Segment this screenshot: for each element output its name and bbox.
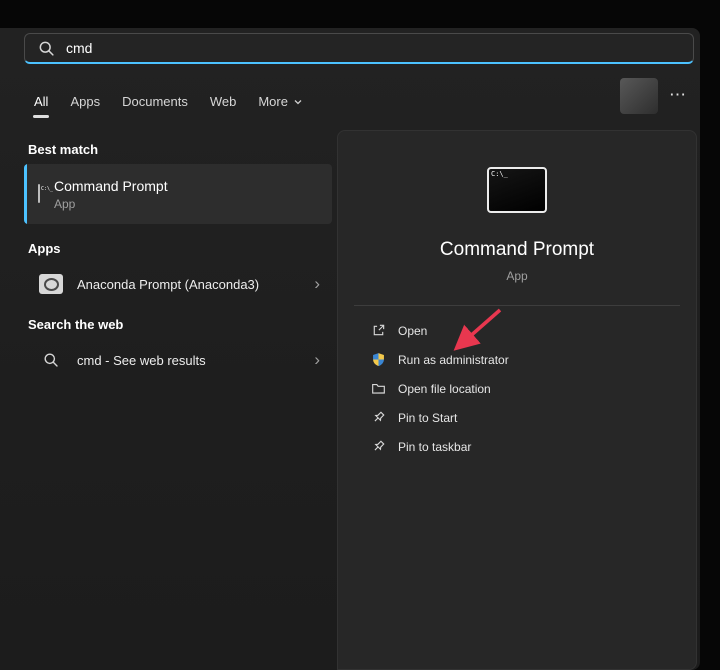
action-pin-to-taskbar[interactable]: Pin to taskbar [338,432,696,461]
result-title: cmd - See web results [77,353,302,368]
more-options-icon[interactable]: ⋯ [669,86,686,103]
preview-pane: C:\_ Command Prompt App Open [337,130,697,670]
action-run-as-administrator[interactable]: Run as administrator [338,345,696,374]
start-search-panel: cmd All Apps Documents Web More ⋯ Best m… [0,28,700,670]
open-icon [371,323,386,338]
tab-apps[interactable]: Apps [70,90,100,113]
search-input[interactable]: cmd [24,33,694,64]
result-title: Anaconda Prompt (Anaconda3) [77,277,302,292]
search-icon [43,352,59,368]
screen: cmd All Apps Documents Web More ⋯ Best m… [0,0,720,670]
chevron-right-icon[interactable]: › [302,350,332,370]
uac-shield-icon [371,352,386,367]
search-query-text: cmd [66,40,92,56]
chevron-right-icon[interactable]: › [302,274,332,294]
action-open-file-location[interactable]: Open file location [338,374,696,403]
tab-more-label: More [258,94,288,109]
command-prompt-icon: C:\_ [487,167,547,213]
tab-more[interactable]: More [258,90,303,113]
action-open[interactable]: Open [338,316,696,345]
folder-icon [371,381,386,396]
result-title: Command Prompt [54,178,332,194]
preview-subtitle: App [338,269,696,283]
search-icon [38,40,55,57]
result-anaconda-prompt[interactable]: Anaconda Prompt (Anaconda3) › [24,262,332,306]
chevron-down-icon [293,97,303,107]
result-web-search[interactable]: cmd - See web results › [24,338,332,382]
apps-header: Apps [28,241,61,256]
tab-documents[interactable]: Documents [122,90,188,113]
account-thumbnail[interactable] [620,78,658,114]
search-filter-tabs: All Apps Documents Web More [34,90,303,113]
tab-web[interactable]: Web [210,90,237,113]
action-list: Open [338,316,696,461]
preview-title: Command Prompt [338,239,696,261]
result-command-prompt[interactable]: C:\_ Command Prompt App [24,164,332,224]
tab-all[interactable]: All [34,90,48,113]
action-pin-to-start[interactable]: Pin to Start [338,403,696,432]
divider [354,305,680,306]
result-subtitle: App [54,197,332,211]
command-prompt-icon: C:\_ [38,184,40,203]
pin-icon [371,410,386,425]
pin-icon [371,439,386,454]
best-match-header: Best match [28,142,98,157]
search-web-header: Search the web [28,317,123,332]
anaconda-prompt-icon [39,274,63,294]
